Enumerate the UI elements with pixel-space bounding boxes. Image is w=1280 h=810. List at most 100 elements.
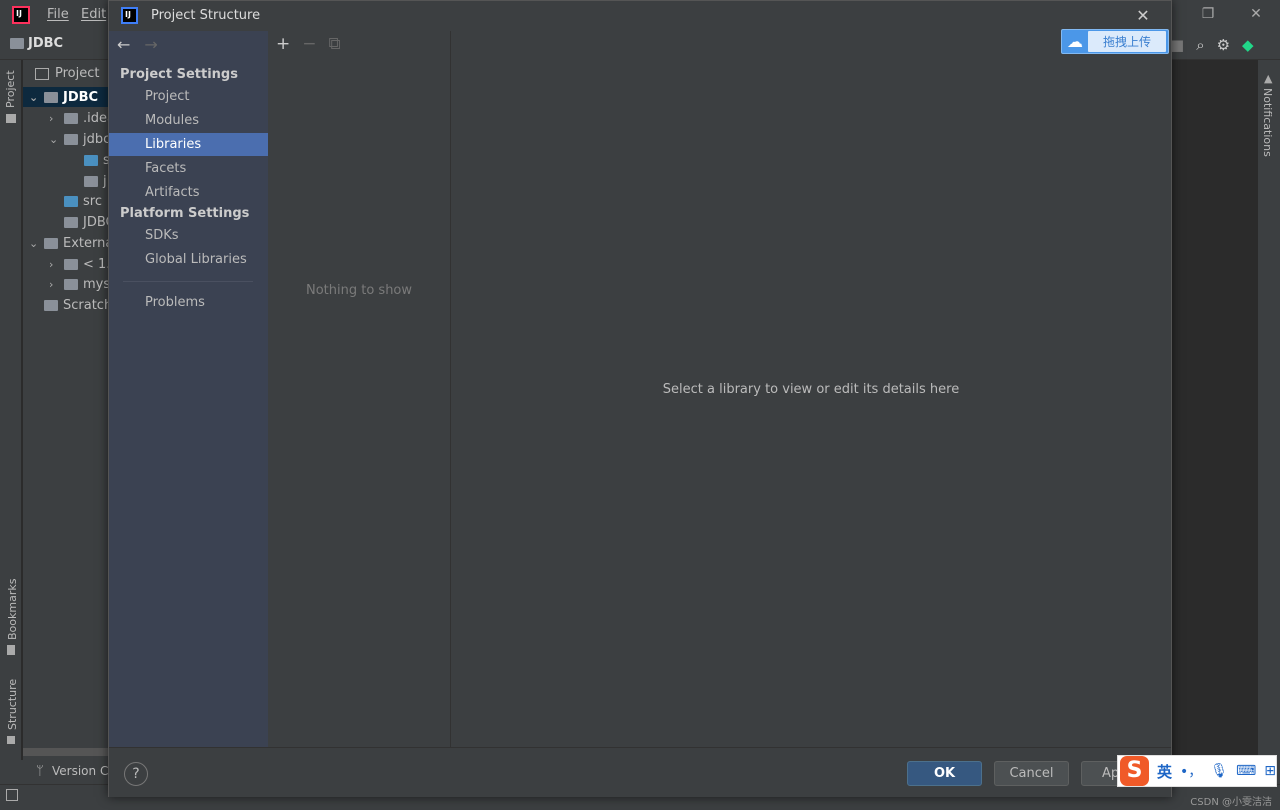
chevron-icon[interactable]: ⌄ xyxy=(29,237,39,250)
module-folder-icon xyxy=(44,91,58,103)
jdk-icon xyxy=(64,258,78,270)
chevron-icon[interactable]: ⌄ xyxy=(49,133,59,146)
tree-row[interactable]: › < 1. xyxy=(23,254,108,274)
tree-row[interactable]: › mys xyxy=(23,274,108,294)
source-folder-icon xyxy=(64,195,78,207)
library-details-panel: Select a library to view or edit its det… xyxy=(451,31,1171,747)
forward-arrow-icon[interactable]: → xyxy=(144,35,157,54)
library-icon xyxy=(44,237,58,249)
project-tab-icon xyxy=(6,114,16,123)
copy-icon[interactable]: ⧉ xyxy=(329,34,341,54)
ime-language[interactable]: 英 xyxy=(1157,761,1172,782)
upload-widget[interactable]: ☁ 拖拽上传 xyxy=(1061,29,1169,54)
cancel-button[interactable]: Cancel xyxy=(994,761,1069,786)
tree-row[interactable]: j xyxy=(23,171,108,191)
file-icon xyxy=(64,216,78,228)
watermark: CSDN @小雯洁洁 xyxy=(1190,797,1272,808)
close-icon[interactable]: ✕ xyxy=(1133,6,1153,25)
tree-row[interactable]: ⌄ External xyxy=(23,233,108,253)
right-tool-stripe: ▲ Notifications xyxy=(1258,60,1280,760)
detail-hint-text: Select a library to view or edit its det… xyxy=(662,382,960,397)
editor-area xyxy=(1172,60,1258,760)
help-button[interactable]: ? xyxy=(124,762,148,786)
version-control-tab[interactable]: Version Co xyxy=(52,764,116,778)
library-icon xyxy=(64,278,78,290)
close-window-icon[interactable]: ✕ xyxy=(1248,6,1264,22)
tree-row[interactable]: src xyxy=(23,191,108,211)
intellij-logo-icon xyxy=(12,6,30,24)
sidebar-divider xyxy=(123,281,253,282)
sidebar-item-project[interactable]: Project xyxy=(109,85,268,108)
tree-row[interactable]: s xyxy=(23,150,108,170)
dialog-titlebar: Project Structure ✕ xyxy=(109,1,1171,31)
tab-notifications[interactable]: Notifications xyxy=(1261,88,1274,157)
stop-icon[interactable]: ■ xyxy=(1170,36,1184,54)
structure-icon xyxy=(7,736,15,744)
project-tool-window: Project ⌄ JDBC › .idea ⌄ jdbc sjsrc JDBC ⌄ Extern… xyxy=(23,60,108,760)
settings-sidebar: ← → Project Settings Project Modules Lib… xyxy=(109,31,268,747)
chevron-icon[interactable]: › xyxy=(49,258,59,271)
restore-icon[interactable]: ❐ xyxy=(1200,6,1216,22)
tree-row[interactable]: JDBC xyxy=(23,212,108,232)
tab-structure[interactable]: Structure xyxy=(6,679,19,730)
sidebar-item-libraries[interactable]: Libraries xyxy=(109,133,268,156)
scratch-icon xyxy=(44,299,58,311)
cloud-icon: ☁ xyxy=(1067,32,1083,51)
remove-icon[interactable]: − xyxy=(302,34,316,54)
chevron-icon[interactable]: ⌄ xyxy=(29,91,39,104)
tree-row-label: External xyxy=(63,235,108,251)
menu-file[interactable]: File xyxy=(47,7,69,22)
tree-row-label: < 1. xyxy=(83,256,108,272)
menu-edit[interactable]: Edit xyxy=(81,7,106,22)
intellij-dialog-icon xyxy=(121,7,138,24)
back-arrow-icon[interactable]: ← xyxy=(117,35,130,54)
module-folder-icon xyxy=(10,38,24,49)
sidebar-item-facets[interactable]: Facets xyxy=(109,157,268,180)
horizontal-scrollbar[interactable] xyxy=(23,748,108,756)
sogou-logo-icon[interactable]: S xyxy=(1120,756,1149,786)
libraries-toolbar: + − ⧉ xyxy=(268,31,450,57)
chevron-icon[interactable]: › xyxy=(49,112,59,125)
sidebar-item-sdks[interactable]: SDKs xyxy=(109,224,268,247)
tab-bookmarks[interactable]: Bookmarks xyxy=(6,579,19,640)
keyboard-icon[interactable]: ⌨ xyxy=(1236,763,1256,779)
nav-project[interactable]: JDBC xyxy=(10,36,63,51)
gear-icon[interactable]: ⚙ xyxy=(1217,36,1230,54)
project-name: JDBC xyxy=(28,36,64,51)
tree-row[interactable]: ⌄ JDBC xyxy=(23,87,108,107)
project-view-icon xyxy=(35,67,49,80)
tree-row-label: .idea xyxy=(83,110,108,126)
chevron-icon[interactable]: › xyxy=(49,278,59,291)
libraries-list-panel: + − ⧉ Nothing to show xyxy=(268,31,451,747)
dialog-title: Project Structure xyxy=(151,8,261,23)
microphone-icon[interactable]: 🎙 xyxy=(1210,763,1228,779)
module-folder-icon xyxy=(64,133,78,145)
bookmark-icon xyxy=(7,645,15,655)
ok-button[interactable]: OK xyxy=(907,761,982,786)
project-panel-title: Project xyxy=(55,66,100,81)
tree-row[interactable]: › .idea xyxy=(23,108,108,128)
tree-row-label: JDBC xyxy=(83,214,108,230)
grid-menu-icon[interactable]: ⊞ xyxy=(1264,763,1276,779)
tree-row[interactable]: Scratch xyxy=(23,295,108,315)
sidebar-item-global-libraries[interactable]: Global Libraries xyxy=(109,248,268,271)
add-icon[interactable]: + xyxy=(276,34,290,54)
tree-row[interactable]: ⌄ jdbc xyxy=(23,129,108,149)
project-structure-dialog: Project Structure ✕ ← → Project Settings… xyxy=(108,0,1172,797)
project-settings-header: Project Settings xyxy=(120,67,238,82)
jetbrains-toolbox-icon[interactable]: ◆ xyxy=(1242,36,1254,54)
layout-icon[interactable] xyxy=(6,789,18,801)
tree-row-label: Scratch xyxy=(63,297,108,313)
tab-project[interactable]: Project xyxy=(4,70,17,108)
search-icon[interactable]: ⌕ xyxy=(1196,36,1204,54)
sidebar-item-modules[interactable]: Modules xyxy=(109,109,268,132)
ime-toolbar: S 英 •， 🎙 ⌨ ⊞ xyxy=(1117,755,1277,787)
toolbar-right: ■ ⌕ ⚙ ◆ xyxy=(1170,36,1254,54)
left-tool-stripe: Project Bookmarks Structure xyxy=(0,60,22,760)
source-folder-icon xyxy=(84,154,98,166)
sidebar-item-problems[interactable]: Problems xyxy=(109,291,268,314)
platform-settings-header: Platform Settings xyxy=(120,206,250,221)
bell-icon[interactable]: ▲ xyxy=(1264,72,1272,85)
sidebar-item-artifacts[interactable]: Artifacts xyxy=(109,181,268,204)
ime-punct[interactable]: •， xyxy=(1180,761,1202,781)
